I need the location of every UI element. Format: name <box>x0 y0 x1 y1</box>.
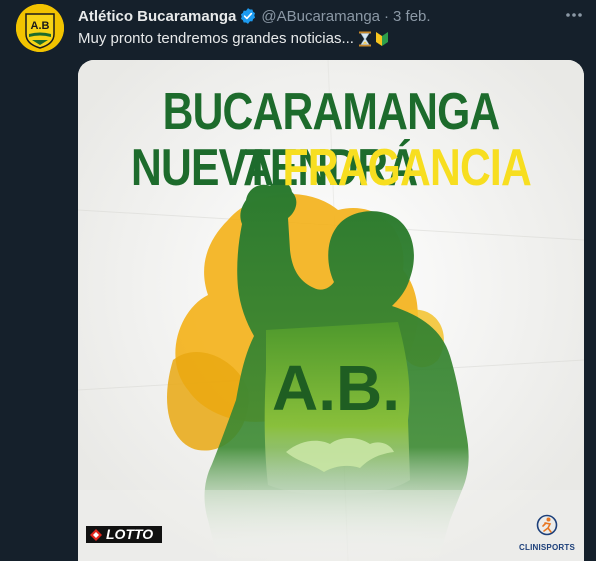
tweet-media-image[interactable]: A.B. BUCARAMANGA TENDRÁ NUEVA FRAGANCIA … <box>78 60 584 561</box>
clinisports-sponsor-text: CLINISPORTS <box>519 543 575 552</box>
tweet-date[interactable]: 3 feb. <box>393 8 431 25</box>
tweet-text: Muy pronto tendremos grandes noticias... <box>78 30 389 47</box>
lotto-sponsor-text: LOTTO <box>106 526 154 542</box>
headline-line-2-part-1: NUEVA <box>131 139 283 197</box>
tweet-card[interactable]: A.B Atlético Bucaramanga @ABucaramanga ·… <box>0 0 596 561</box>
atletico-bucaramanga-crest-icon: A.B <box>16 4 64 52</box>
avatar-crest-text: A.B <box>31 20 50 32</box>
separator-dot: · <box>384 7 390 25</box>
more-horizontal-icon[interactable] <box>563 4 585 26</box>
avatar[interactable]: A.B <box>16 4 64 52</box>
display-name[interactable]: Atlético Bucaramanga <box>78 8 236 25</box>
headline-line-2-accent: FRAGANCIA <box>282 139 531 197</box>
tweet-header: Atlético Bucaramanga @ABucaramanga · 3 f… <box>78 6 431 26</box>
clinisports-sponsor-logo: CLINISPORTS <box>514 512 580 556</box>
hourglass-icon <box>358 31 372 47</box>
lotto-sponsor-logo: LOTTO <box>86 526 162 543</box>
verified-badge-icon <box>239 7 257 25</box>
shirt-text: A.B. <box>272 352 400 424</box>
user-handle[interactable]: @ABucaramanga <box>261 8 380 25</box>
clinisports-runner-icon <box>536 514 558 536</box>
headline-line-2: NUEVA FRAGANCIA <box>124 140 539 196</box>
japanese-beginner-symbol-icon <box>375 31 389 47</box>
lotto-diamond-icon <box>89 528 103 542</box>
tweet-body: Muy pronto tendremos grandes noticias... <box>78 30 354 47</box>
